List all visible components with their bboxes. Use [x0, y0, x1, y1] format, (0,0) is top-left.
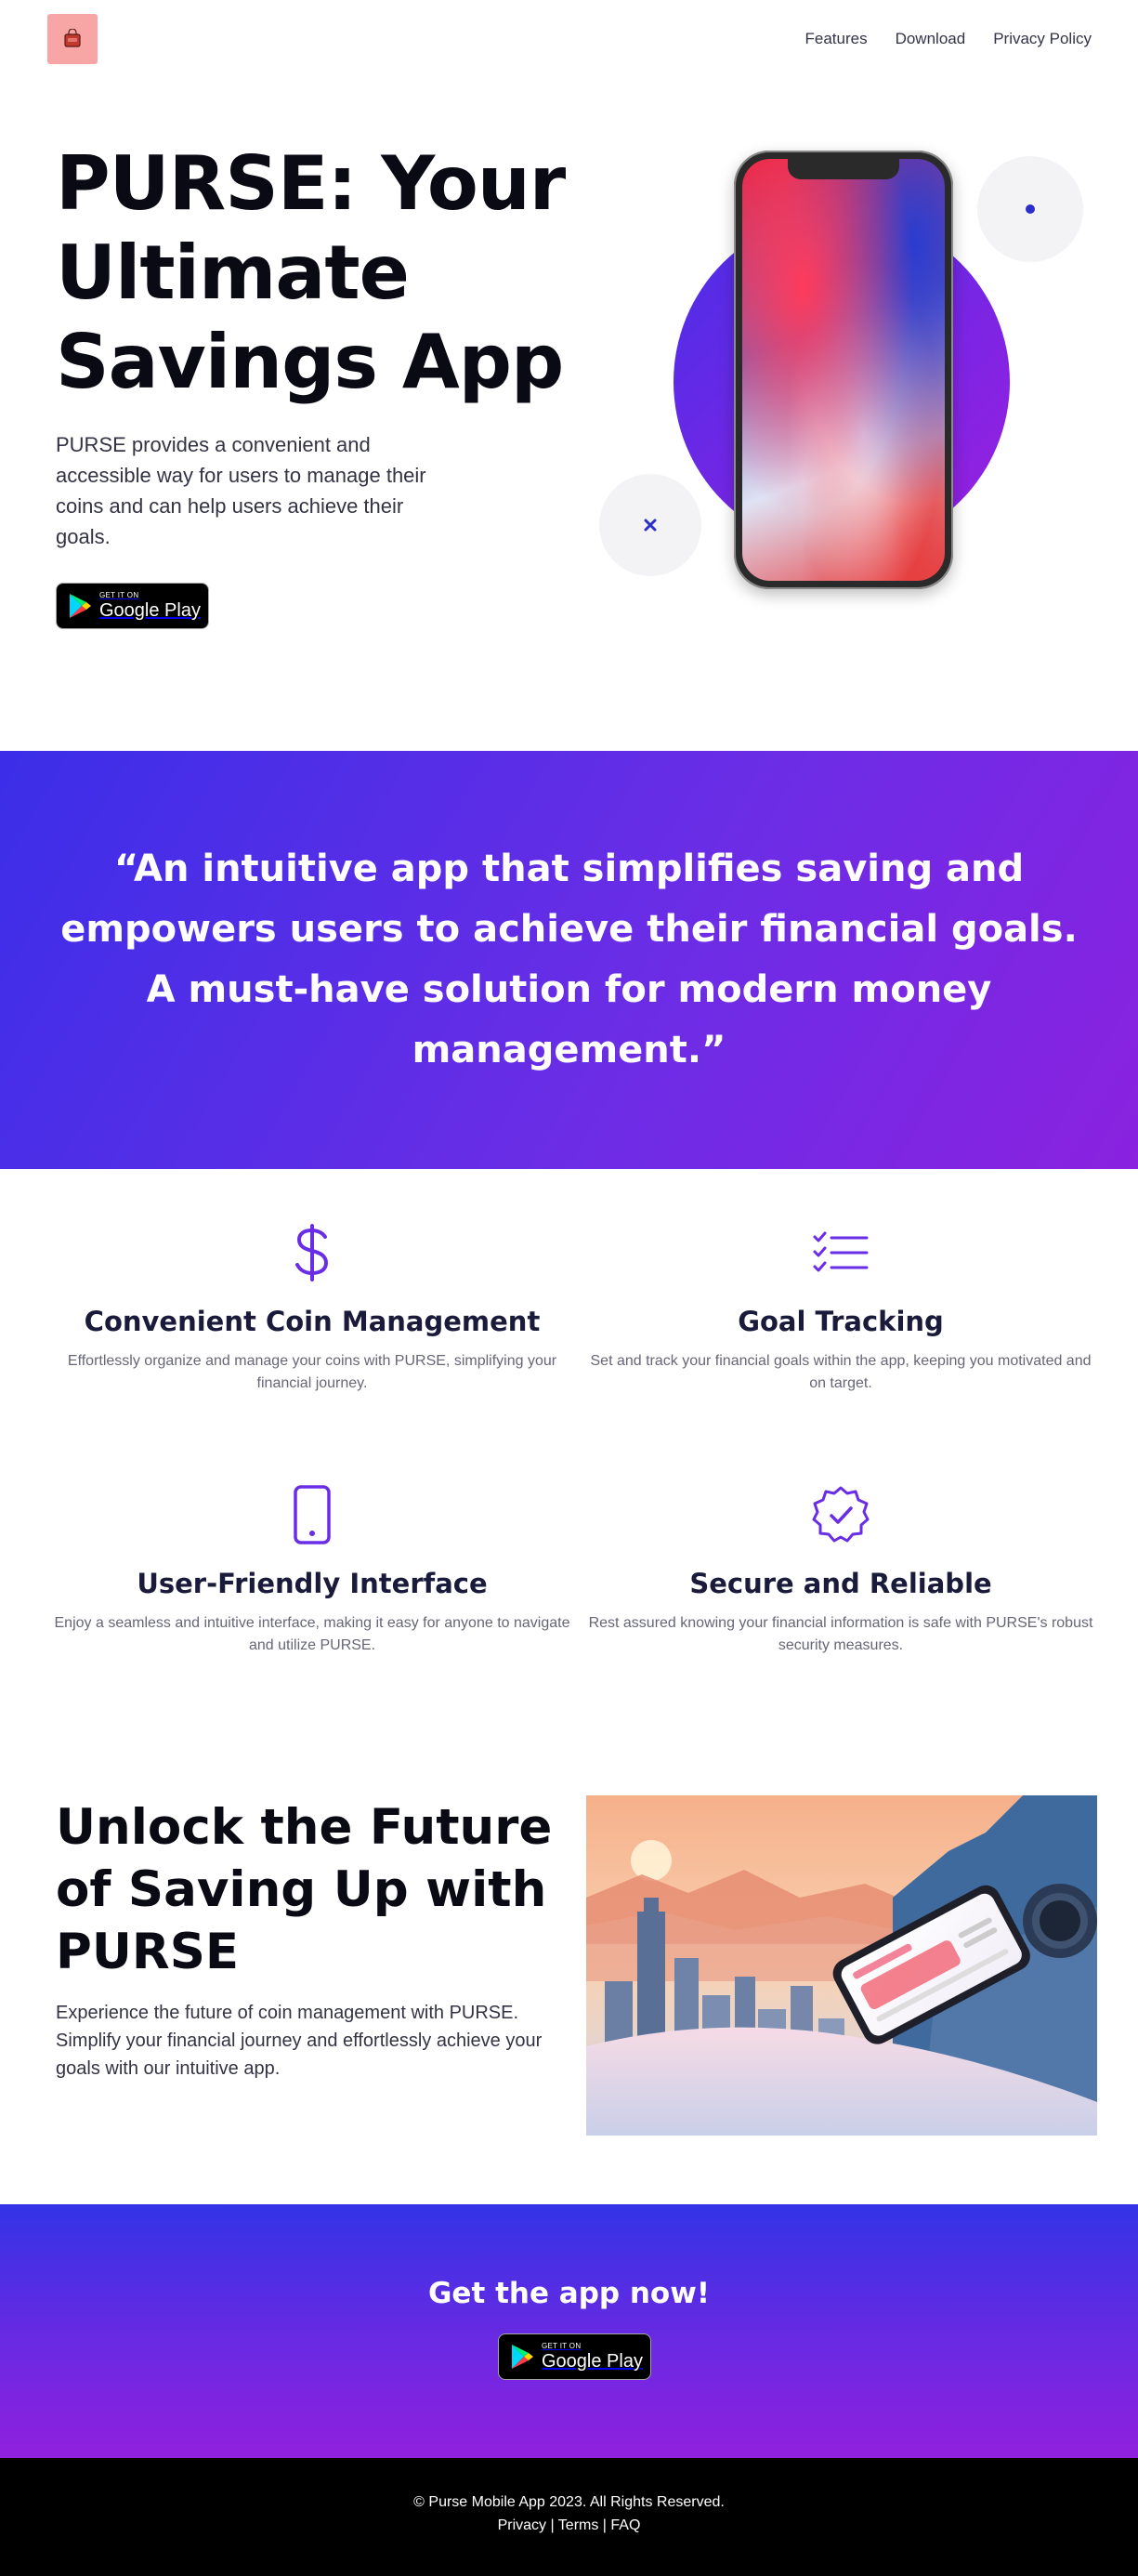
- google-play-icon: [512, 2345, 533, 2369]
- google-play-icon: [70, 594, 91, 618]
- testimonial-quote: “An intuitive app that simplifies saving…: [60, 848, 1078, 1071]
- verified-badge-icon: [576, 1482, 1105, 1547]
- nav-privacy-link[interactable]: Privacy Policy: [993, 30, 1092, 48]
- footer-privacy-link[interactable]: Privacy: [498, 2517, 546, 2533]
- google-play-label: Google Play: [99, 600, 201, 621]
- footer-terms-link[interactable]: Terms: [558, 2517, 599, 2533]
- feature-goal-tracking: Goal Tracking Set and track your financi…: [576, 1220, 1105, 1395]
- feature-coin-management: Convenient Coin Management Effortlessly …: [47, 1220, 577, 1395]
- google-play-small-label: GET IT ON: [99, 591, 139, 599]
- hero-description: PURSE provides a convenient and accessib…: [56, 433, 426, 548]
- dollar-icon: [47, 1220, 577, 1285]
- hero-illustration: [595, 139, 1115, 595]
- feature-user-friendly: User-Friendly Interface Enjoy a seamless…: [47, 1482, 577, 1657]
- nav-links: Features Download Privacy Policy: [804, 30, 1092, 48]
- cta-section: Get the app now! GET IT ON Google Play: [0, 2204, 1138, 2458]
- hero-title: PURSE: Your Ultimate Savings App: [56, 140, 566, 405]
- city-phone-illustration: [586, 1795, 1097, 2136]
- phone-mockup: [734, 151, 953, 589]
- feature-description: Rest assured knowing your financial info…: [588, 1615, 1093, 1653]
- dot-icon: [1026, 204, 1035, 214]
- checklist-icon: [576, 1220, 1105, 1285]
- feature-title: Convenient Coin Management: [84, 1306, 541, 1337]
- top-nav: Features Download Privacy Policy: [0, 0, 1138, 80]
- hero-google-play-button[interactable]: GET IT ON Google Play: [56, 583, 209, 629]
- feature-title: User-Friendly Interface: [137, 1568, 488, 1599]
- google-play-text: GET IT ON Google Play: [99, 591, 201, 621]
- footer-links: Privacy | Terms | FAQ: [0, 2517, 1138, 2534]
- nav-download-link[interactable]: Download: [896, 30, 966, 48]
- x-icon: [644, 519, 657, 532]
- footer: © Purse Mobile App 2023. All Rights Rese…: [0, 2458, 1138, 2576]
- unlock-title: Unlock the Future of Saving Up with PURS…: [56, 1799, 553, 1980]
- phone-screen: [742, 159, 945, 581]
- feature-description: Enjoy a seamless and intuitive interface…: [54, 1615, 570, 1653]
- footer-faq-link[interactable]: FAQ: [610, 2517, 640, 2533]
- footer-separator: |: [546, 2517, 558, 2533]
- nav-features-link[interactable]: Features: [804, 30, 867, 48]
- feature-secure: Secure and Reliable Rest assured knowing…: [576, 1482, 1105, 1657]
- google-play-small-label: GET IT ON: [542, 2342, 582, 2350]
- x-circle-decoration: [599, 474, 701, 576]
- dot-circle-decoration: [977, 156, 1083, 262]
- unlock-description: Experience the future of coin management…: [56, 2003, 543, 2079]
- testimonial-section: “An intuitive app that simplifies saving…: [0, 751, 1138, 1169]
- phone-notch: [788, 159, 899, 179]
- copyright-text: © Purse Mobile App 2023. All Rights Rese…: [413, 2494, 725, 2510]
- google-play-text: GET IT ON Google Play: [542, 2342, 643, 2372]
- google-play-label: Google Play: [542, 2351, 643, 2372]
- cta-title: Get the app now!: [427, 2277, 711, 2310]
- phone-icon: [47, 1482, 577, 1547]
- feature-title: Secure and Reliable: [689, 1568, 992, 1599]
- feature-description: Effortlessly organize and manage your co…: [67, 1353, 557, 1391]
- cta-google-play-button[interactable]: GET IT ON Google Play: [498, 2333, 651, 2380]
- purse-logo-icon: [64, 29, 81, 47]
- feature-description: Set and track your financial goals withi…: [590, 1353, 1092, 1391]
- footer-separator: |: [598, 2517, 611, 2533]
- purse-logo[interactable]: [47, 14, 98, 64]
- feature-title: Goal Tracking: [738, 1306, 944, 1337]
